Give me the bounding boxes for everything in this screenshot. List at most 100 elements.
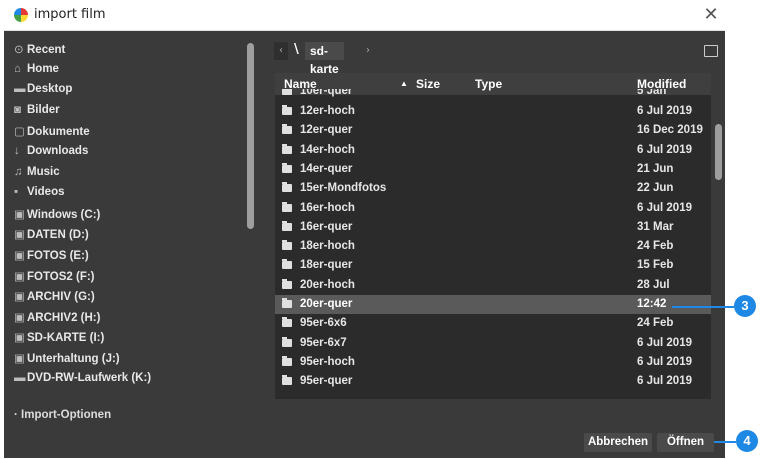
table-row[interactable]: 18er-quer 15 Feb [275,256,711,275]
sidebar-item-downloads[interactable]: ↓ Downloads [14,145,88,165]
row-modified: 6 Jul 2019 [637,201,692,214]
table-row[interactable]: 16er-quer 31 Mar [275,218,711,237]
row-name: 10er-quer [300,89,353,97]
table-row[interactable]: 95er-hoch 6 Jul 2019 [275,353,711,372]
row-modified: 16 Dec 2019 [637,124,703,137]
sidebar-item-label: Bilder [27,103,60,116]
new-folder-icon[interactable] [704,45,718,57]
folder-icon [282,124,292,135]
sidebar-item-dokumente[interactable]: ▢ Dokumente [14,124,90,144]
row-modified: 28 Jul [637,278,670,291]
sidebar-item-label: Home [27,62,59,75]
sidebar-item-archiv2-h[interactable]: ▣ ARCHIV2 (H:) [14,310,100,330]
sidebar-item-icon: ▣ [14,291,25,304]
row-modified: 21 Jun [637,162,674,175]
sidebar-item-archiv-g[interactable]: ▣ ARCHIV (G:) [14,289,95,309]
sidebar-item-icon: ▬ [14,371,26,384]
row-modified: 6 Jul 2019 [637,375,692,388]
sidebar-item-label: Music [27,165,60,178]
table-row[interactable]: 12er-quer 16 Dec 2019 [275,121,711,140]
path-current-folder[interactable]: sd-karte [305,42,344,76]
row-name: 18er-quer [300,259,353,272]
row-name: 12er-hoch [300,105,355,117]
sidebar-item-unterhaltung-j[interactable]: ▣ Unterhaltung (J:) [14,351,120,371]
folder-icon [282,201,292,212]
row-name: 20er-hoch [300,278,355,291]
sort-ascending-icon[interactable]: ▲ [400,79,408,88]
sidebar-item-icon: ◙ [14,103,21,116]
path-forward-icon[interactable]: › [362,42,374,60]
folder-icon [282,162,292,173]
sidebar-item-icon: ▬ [14,83,26,96]
sidebar-item-sd-karte-i[interactable]: ▣ SD-KARTE (I:) [14,330,104,350]
table-row[interactable]: 95er-6x6 24 Feb [275,314,711,333]
path-back-icon[interactable]: ‹ [274,42,288,60]
cancel-button[interactable]: Abbrechen [584,433,652,452]
table-row[interactable]: 20er-hoch 28 Jul [275,276,711,295]
row-name: 16er-quer [300,220,353,233]
title-bar: import film ✕ [4,0,725,31]
sidebar-item-label: Recent [27,44,66,56]
sidebar-item-desktop[interactable]: ▬ Desktop [14,83,72,103]
sidebar-item-fotos-e[interactable]: ▣ FOTOS (E:) [14,248,89,268]
sidebar-item-label: Videos [27,186,65,199]
table-row[interactable]: 10er-quer 5 Jan [275,89,711,99]
sidebar-item-icon: ▣ [14,208,25,221]
sidebar-item-label: Desktop [27,83,73,96]
row-modified: 22 Jun [637,182,674,195]
folder-icon [282,317,292,328]
row-name: 14er-hoch [300,143,355,156]
sidebar-item-icon: ▣ [14,270,25,283]
table-row[interactable]: 95er-6x7 6 Jul 2019 [275,334,711,353]
sidebar-item-bilder[interactable]: ◙ Bilder [14,104,60,124]
folder-icon [282,375,292,386]
open-button[interactable]: Öffnen [657,433,714,452]
row-modified: 24 Feb [637,240,674,253]
sidebar-item-music[interactable]: ♫ Music [14,166,60,186]
table-row[interactable]: 14er-quer 21 Jun [275,160,711,179]
row-modified: 6 Jul 2019 [637,355,692,368]
sidebar-item-label: Dokumente [27,126,90,139]
sidebar-item-windows-c[interactable]: ▣ Windows (C:) [14,207,100,227]
sidebar-item-icon: ▣ [14,311,25,324]
table-row-selected[interactable]: 20er-quer 12:42 [275,295,711,314]
sidebar-item-icon: ▣ [14,229,25,242]
sidebar-item-dvd-rw-laufwerk-k[interactable]: ▬ DVD-RW-Laufwerk (K:) [14,372,151,392]
sidebar-item-label: SD-KARTE (I:) [27,332,105,345]
folder-icon [282,278,292,289]
table-row[interactable]: 12er-hoch 6 Jul 2019 [275,102,711,121]
row-name: 18er-hoch [300,240,355,253]
sidebar-item-icon: ▣ [14,353,25,365]
path-root[interactable]: \ [294,42,299,57]
table-row[interactable]: 95er-quer 6 Jul 2019 [275,372,711,391]
callout-4-line [714,441,736,443]
folder-icon [282,336,292,347]
sidebar-item-label: Unterhaltung (J:) [27,353,120,365]
table-row[interactable]: 16er-hoch 6 Jul 2019 [275,199,711,218]
close-icon[interactable]: ✕ [700,4,722,26]
row-modified: 6 Jul 2019 [637,105,692,117]
sidebar-item-videos[interactable]: ▪ Videos [14,186,65,206]
table-row[interactable]: 15er-Mondfotos 22 Jun [275,179,711,198]
sidebar-item-recent[interactable]: ⊙ Recent [14,42,65,62]
sidebar-item-label: FOTOS2 (F:) [27,270,95,283]
table-row[interactable]: 14er-hoch 6 Jul 2019 [275,141,711,160]
sidebar-item-icon: ▣ [14,250,25,262]
sidebar-item-daten-d[interactable]: ▣ DATEN (D:) [14,227,89,247]
table-row[interactable]: 18er-hoch 24 Feb [275,237,711,256]
row-modified: 6 Jul 2019 [637,336,692,349]
row-name: 95er-6x6 [300,317,347,330]
row-modified: 24 Feb [637,317,674,330]
import-options-toggle[interactable]: · Import-Optionen [14,409,111,421]
callout-3-line [672,306,734,308]
row-modified: 6 Jul 2019 [637,143,692,156]
row-modified: 12:42 [637,298,667,310]
file-list: Name ▲ Size Type Modified 10er-quer 5 Ja… [275,73,711,399]
window-title: import film [34,7,106,22]
sidebar-item-home[interactable]: ⌂ Home [14,63,59,83]
file-list-scrollbar[interactable] [715,124,722,180]
sidebar-item-fotos2-f[interactable]: ▣ FOTOS2 (F:) [14,269,95,289]
folder-icon [282,89,292,95]
import-film-dialog: import film ✕ ⊙ Recent ⌂ Home ▬ Desktop ◙ Bilde… [4,0,725,458]
sidebar-scrollbar[interactable] [247,43,254,229]
